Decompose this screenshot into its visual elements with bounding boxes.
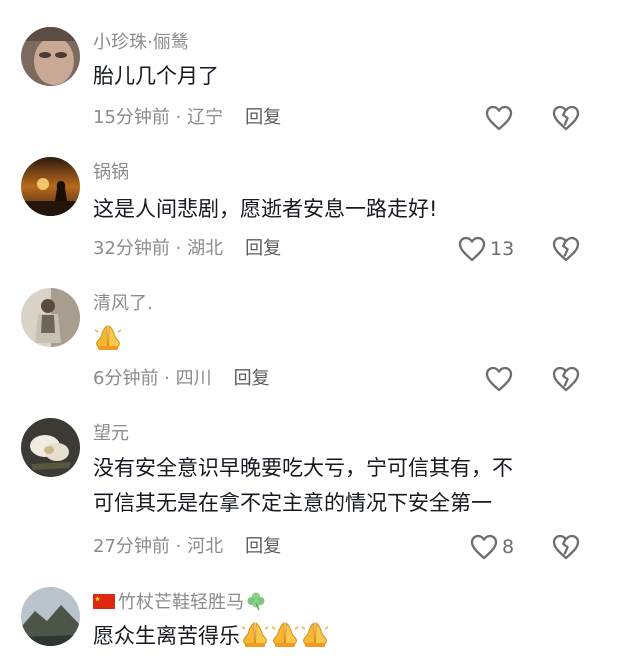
avatar[interactable] — [21, 288, 80, 347]
dislike-button[interactable] — [552, 235, 580, 263]
broken-heart-icon — [552, 235, 580, 263]
comment-location: 辽宁 — [187, 107, 224, 128]
pray-emoji — [300, 619, 330, 649]
comment-username-text: 竹杖芒鞋轻胜马 — [118, 592, 244, 613]
pray-emoji — [93, 322, 123, 352]
broken-heart-icon — [552, 365, 580, 393]
comment-username[interactable]: 小珍珠·俪鸶 — [93, 31, 189, 55]
comment-meta: 27分钟前 · 河北 回复 — [93, 535, 281, 559]
comment-meta: 15分钟前 · 辽宁 回复 — [93, 106, 281, 130]
comment-text-content: 愿众生离苦得乐 — [93, 624, 240, 648]
reply-button[interactable]: 回复 — [245, 107, 281, 128]
broken-heart-icon — [552, 104, 580, 132]
reply-button[interactable]: 回复 — [234, 368, 270, 389]
like-button[interactable] — [485, 103, 513, 133]
comment-location: 四川 — [175, 368, 212, 389]
avatar[interactable] — [21, 157, 80, 216]
comment-text-line: 没有安全意识早晚要吃大亏，宁可信其有，不 — [93, 456, 513, 480]
like-button[interactable]: 13 — [458, 234, 514, 264]
comment-username[interactable]: 清风了. — [93, 292, 153, 316]
comment-meta: 32分钟前 · 湖北 回复 — [93, 237, 281, 261]
meta-separator: · — [169, 536, 188, 557]
comment-username[interactable]: 望元 — [93, 422, 129, 446]
broken-heart-icon — [552, 533, 580, 561]
comment-time: 32分钟前 — [93, 238, 170, 259]
dislike-button[interactable] — [552, 533, 580, 561]
dislike-button[interactable] — [552, 365, 580, 393]
comment-text-line: 可信其无是在拿不定主意的情况下安全第一 — [93, 491, 492, 515]
comment-text: 愿众生离苦得乐 — [93, 619, 608, 654]
meta-separator: · — [158, 368, 176, 389]
avatar[interactable] — [21, 27, 80, 86]
comment-location: 河北 — [187, 536, 224, 557]
avatar[interactable] — [21, 587, 80, 646]
dislike-button[interactable] — [552, 104, 580, 132]
comment-location: 湖北 — [187, 238, 224, 259]
avatar[interactable] — [21, 418, 80, 477]
china-flag-icon — [93, 594, 115, 609]
meta-separator: · — [169, 107, 188, 128]
like-count: 8 — [502, 536, 515, 558]
like-count: 13 — [490, 238, 515, 260]
comment-time: 27分钟前 — [93, 536, 170, 557]
comment-username[interactable]: 锅锅 — [93, 161, 129, 185]
like-button[interactable] — [485, 364, 513, 394]
heart-icon — [485, 105, 513, 131]
heart-icon — [458, 236, 486, 262]
comment-meta: 6分钟前 · 四川 回复 — [93, 367, 270, 391]
comment-time: 15分钟前 — [93, 107, 170, 128]
heart-icon — [470, 534, 498, 560]
comment-text — [93, 322, 608, 357]
like-button[interactable]: 8 — [470, 532, 514, 562]
pray-emoji — [270, 619, 300, 649]
comment-username[interactable]: 竹杖芒鞋轻胜马 — [93, 591, 266, 615]
comment-text: 胎儿几个月了 — [93, 64, 219, 88]
heart-icon — [485, 366, 513, 392]
reply-button[interactable]: 回复 — [245, 536, 281, 557]
comment-text: 没有安全意识早晚要吃大亏，宁可信其有，不 可信其无是在拿不定主意的情况下安全第一 — [93, 451, 608, 521]
clover-icon — [247, 592, 265, 611]
comment-text: 这是人间悲剧，愿逝者安息一路走好! — [93, 197, 438, 221]
meta-separator: · — [169, 238, 188, 259]
pray-emoji — [240, 619, 270, 649]
comment-time: 6分钟前 — [93, 368, 159, 389]
reply-button[interactable]: 回复 — [245, 238, 281, 259]
